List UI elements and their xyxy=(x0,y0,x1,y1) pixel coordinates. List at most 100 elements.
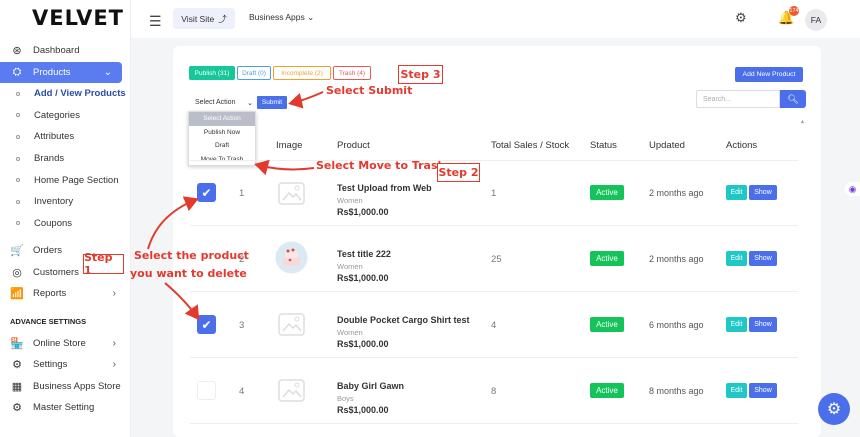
dropdown-option[interactable]: Draft xyxy=(189,139,255,153)
row-checkbox[interactable]: ✔ xyxy=(197,315,216,334)
sidebar-item-settings[interactable]: ⚙ Settings › xyxy=(0,354,131,376)
bulk-action-dropdown: Select Action Publish Now Draft Move To … xyxy=(188,111,256,166)
product-price: Rs$1,000.00 xyxy=(337,207,389,217)
topbar: ☰ Visit Site ⤴ Business Apps ⌄ ⚙ 🔔 174 F… xyxy=(131,0,860,38)
row-checkbox[interactable]: ✔ xyxy=(197,183,216,202)
sidebar-item-label: Master Setting xyxy=(33,402,95,414)
product-stock: 25 xyxy=(491,254,502,265)
show-button[interactable]: Show xyxy=(749,317,777,332)
gear-icon: ⚙ xyxy=(826,401,842,418)
bullet-icon xyxy=(16,91,20,96)
sidebar-item-label: Products xyxy=(33,67,71,78)
edit-button[interactable]: Edit xyxy=(726,185,747,200)
sidebar-item-label: Reports xyxy=(33,288,67,300)
settings-fab[interactable]: ⚙ xyxy=(818,393,850,425)
dashboard-icon: ⊛ xyxy=(12,44,22,57)
show-button[interactable]: Show xyxy=(749,383,777,398)
product-name[interactable]: Baby Girl Gawn xyxy=(337,381,404,391)
sidebar-sub-categories[interactable]: Categories xyxy=(0,105,131,127)
product-name[interactable]: Test Upload from Web xyxy=(337,183,432,193)
sidebar-sub-label: Brands xyxy=(34,153,65,165)
scroll-up-icon[interactable]: ▴ xyxy=(801,118,804,125)
sidebar-sub-label: Coupons xyxy=(34,217,73,229)
sidebar-item-label: Orders xyxy=(33,245,63,257)
product-category: Women xyxy=(337,328,363,337)
bullet-icon xyxy=(16,221,20,226)
product-price: Rs$1,000.00 xyxy=(337,339,389,349)
step-2-label: Step 2 xyxy=(437,163,480,182)
sidebar-item-products[interactable]: ⛭ Products ⌄ xyxy=(0,62,122,83)
sidebar-item-online-store[interactable]: 🏪 Online Store › xyxy=(0,333,131,355)
bullet-icon xyxy=(16,199,20,204)
sidebar-item-master-setting[interactable]: ⚙ Master Setting xyxy=(0,397,131,419)
business-apps-menu[interactable]: Business Apps ⌄ xyxy=(249,12,314,23)
sidebar-item-label: Settings xyxy=(33,359,68,371)
settings-icon[interactable]: ⚙ xyxy=(735,10,747,26)
filter-tab-publish[interactable]: Publish (31) xyxy=(189,66,235,80)
product-category: Women xyxy=(337,262,363,271)
bullet-icon xyxy=(16,134,20,139)
image-placeholder-icon xyxy=(278,379,305,402)
dropdown-option[interactable]: Publish Now xyxy=(189,126,255,140)
col-header-stock: Total Sales / Stock xyxy=(491,140,570,151)
edit-button[interactable]: Edit xyxy=(726,251,747,266)
sidebar-item-dashboard[interactable]: ⊛ Dashboard xyxy=(0,38,131,62)
product-price: Rs$1,000.00 xyxy=(337,273,389,283)
menu-icon[interactable]: ☰ xyxy=(149,13,162,30)
search-icon: 🔍︎ xyxy=(787,93,799,104)
submit-button[interactable]: Submit xyxy=(257,96,287,109)
show-button[interactable]: Show xyxy=(749,251,777,266)
status-badge: Active xyxy=(590,317,624,332)
row-index: 3 xyxy=(239,320,245,331)
row-index: 1 xyxy=(239,188,245,199)
sidebar-item-reports[interactable]: 📶 Reports › xyxy=(0,283,131,305)
image-placeholder-icon xyxy=(278,313,305,336)
sidebar-sub-home-page-section[interactable]: Home Page Section xyxy=(0,169,131,191)
store-icon: 🏪 xyxy=(10,337,24,350)
product-name[interactable]: Test title 222 xyxy=(337,249,391,259)
status-badge: Active xyxy=(590,185,624,200)
sidebar-sub-brands[interactable]: Brands xyxy=(0,148,131,170)
edit-button[interactable]: Edit xyxy=(726,383,747,398)
sidebar-item-business-apps-store[interactable]: ▦ Business Apps Store xyxy=(0,376,131,398)
search-button[interactable]: 🔍︎ xyxy=(780,90,806,108)
updated-time: 2 months ago xyxy=(649,188,704,198)
bulk-action-select[interactable]: Select Action ⌄ xyxy=(191,96,255,109)
product-stock: 1 xyxy=(491,188,497,199)
step-1-label: Step 1 xyxy=(83,251,124,277)
edit-button[interactable]: Edit xyxy=(726,317,747,332)
sidebar-item-label: Online Store xyxy=(33,337,86,349)
sidebar-sub-inventory[interactable]: Inventory xyxy=(0,191,131,213)
check-icon: ✔ xyxy=(201,185,212,200)
visit-site-button[interactable]: Visit Site ⤴ xyxy=(173,8,235,29)
sidebar-sub-add-view-products[interactable]: Add / View Products xyxy=(0,83,131,105)
search-input[interactable]: Search... xyxy=(696,90,780,108)
cart-icon: 🛒 xyxy=(10,245,24,258)
bullet-icon xyxy=(16,156,20,161)
sidebar: VELVET ⊛ Dashboard ⛭ Products ⌄ Add / Vi… xyxy=(0,0,131,437)
col-header-status: Status xyxy=(590,140,617,151)
avatar[interactable]: FA xyxy=(805,9,827,31)
add-new-product-button[interactable]: Add New Product xyxy=(735,67,803,82)
product-category: Women xyxy=(337,196,363,205)
product-name[interactable]: Double Pocket Cargo Shirt test xyxy=(337,315,470,325)
dropdown-option[interactable]: Select Action xyxy=(189,112,255,126)
row-checkbox[interactable] xyxy=(197,381,216,400)
annotation-select-submit: Select Submit xyxy=(326,84,413,97)
side-widget-icon[interactable]: ◉ xyxy=(845,182,860,196)
updated-time: 6 months ago xyxy=(649,320,704,330)
filter-tab-trash[interactable]: Trash (4) xyxy=(333,66,371,80)
col-header-actions: Actions xyxy=(726,140,758,151)
brand-logo[interactable]: VELVET xyxy=(32,6,124,30)
notification-badge: 174 xyxy=(789,6,799,16)
filter-tab-incomplete[interactable]: Incomplete (2) xyxy=(273,66,331,80)
gear-icon: ⚙ xyxy=(12,402,22,415)
sidebar-sub-attributes[interactable]: Attributes xyxy=(0,126,131,148)
show-button[interactable]: Show xyxy=(749,185,777,200)
filter-tab-draft[interactable]: Draft (0) xyxy=(237,66,271,80)
col-header-updated: Updated xyxy=(649,140,685,151)
sidebar-sub-coupons[interactable]: Coupons xyxy=(0,213,131,235)
sidebar-item-label: Customers xyxy=(33,266,79,278)
chevron-down-icon: ⌄ xyxy=(103,67,112,78)
section-title: ADVANCE SETTINGS xyxy=(10,317,87,327)
